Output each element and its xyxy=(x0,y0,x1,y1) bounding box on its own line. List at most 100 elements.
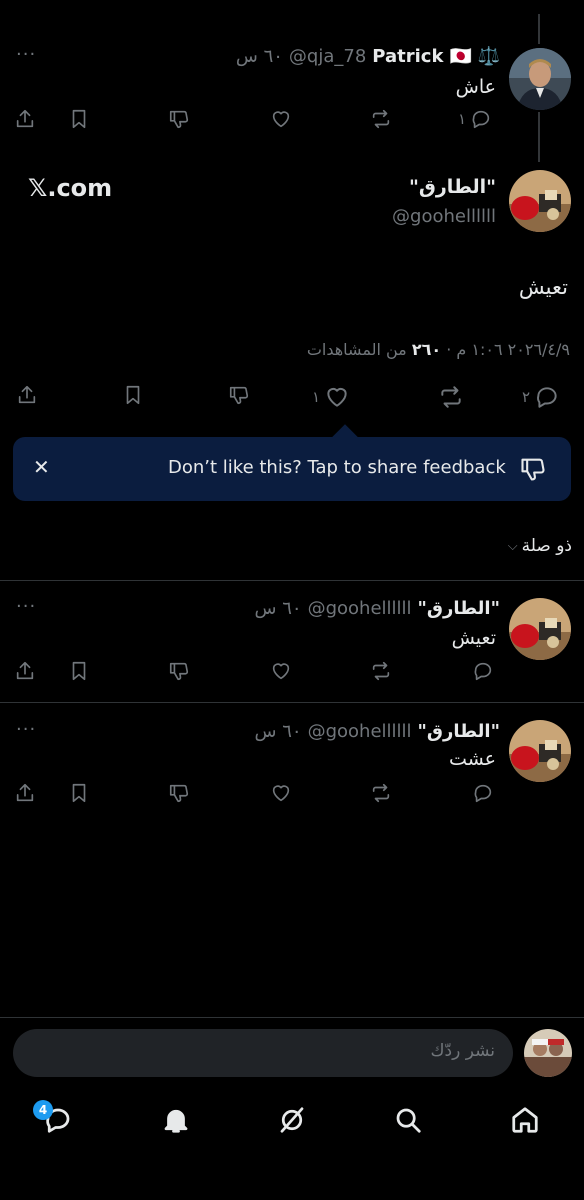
tweet-actions: ١ xyxy=(14,108,502,136)
avatar[interactable] xyxy=(509,170,571,232)
dislike-icon xyxy=(229,386,249,405)
user-handle[interactable]: @goohellllll xyxy=(308,721,412,742)
retweet-icon xyxy=(372,109,390,129)
feedback-banner[interactable]: ✕ Don’t like this? Tap to share feedback xyxy=(13,437,571,501)
dislike-button[interactable] xyxy=(168,660,190,682)
reply-icon xyxy=(537,387,557,408)
chevron-down-icon: ⌵ xyxy=(507,538,518,554)
share-button[interactable] xyxy=(14,660,36,682)
like-count: ١ xyxy=(312,388,321,406)
tweet-header: "الطارق" @goohellllll ٦٠ س xyxy=(255,596,500,620)
views-label: من المشاهدات xyxy=(306,340,407,359)
tweet-time[interactable]: ٦٠ س xyxy=(236,46,283,67)
views-count: ٢٦٠ xyxy=(411,340,442,359)
dislike-icon xyxy=(169,110,189,129)
avatar[interactable] xyxy=(509,48,571,110)
user-handle[interactable]: @goohellllll xyxy=(308,598,412,619)
dislike-button[interactable] xyxy=(228,384,250,406)
retweet-icon xyxy=(441,386,461,408)
avatar[interactable] xyxy=(509,720,571,782)
reply-button[interactable]: ١ xyxy=(458,108,492,130)
share-button[interactable] xyxy=(14,782,36,804)
thread-connector xyxy=(538,112,540,162)
retweet-icon xyxy=(372,661,390,681)
tweet-date[interactable]: ٤/٩/‏٢٠٢٦‏ ١:٠٦ م xyxy=(456,340,570,359)
bookmark-button[interactable] xyxy=(122,384,144,406)
user-name[interactable]: "الطارق" xyxy=(409,176,496,198)
notification-badge: 4 xyxy=(33,1100,53,1120)
tweet-actions xyxy=(14,782,502,810)
share-icon xyxy=(18,385,36,404)
bookmark-button[interactable] xyxy=(68,108,90,130)
share-button[interactable] xyxy=(14,108,36,130)
user-name[interactable]: "الطارق" xyxy=(418,721,500,742)
bookmark-button[interactable] xyxy=(68,660,90,682)
retweet-button[interactable] xyxy=(438,384,464,410)
retweet-button[interactable] xyxy=(370,660,392,682)
grok-icon xyxy=(280,1107,304,1133)
dislike-icon xyxy=(169,784,189,803)
bookmark-icon xyxy=(72,783,86,803)
dislike-button[interactable] xyxy=(168,782,190,804)
nav-notifications[interactable] xyxy=(156,1100,196,1140)
tweet-actions xyxy=(14,660,502,688)
reply-button[interactable] xyxy=(472,660,494,682)
retweet-button[interactable] xyxy=(370,782,392,804)
feedback-text[interactable]: Don’t like this? Tap to share feedback xyxy=(168,457,506,478)
home-icon xyxy=(512,1107,538,1133)
nav-grok[interactable] xyxy=(272,1100,312,1140)
like-icon xyxy=(327,387,347,407)
reply-placeholder: نشر ردّك xyxy=(430,1041,495,1061)
reply-count: ١ xyxy=(458,110,467,128)
sort-selector[interactable]: ذو صلة ⌵ xyxy=(508,536,572,556)
more-options-icon[interactable]: ··· xyxy=(16,719,36,740)
nav-home[interactable] xyxy=(505,1100,545,1140)
more-options-icon[interactable]: ··· xyxy=(16,44,36,65)
tweet-header: 🇯🇵 ⚖️ Patrick @qja_78 ٦٠ س xyxy=(236,44,500,68)
dislike-button[interactable] xyxy=(168,108,190,130)
like-icon xyxy=(272,785,290,802)
share-button[interactable] xyxy=(16,384,38,406)
x-watermark: 𝕏.com xyxy=(28,174,113,202)
tweet-text: تعيش xyxy=(518,275,568,299)
share-icon xyxy=(16,661,34,680)
thread-connector-top xyxy=(538,14,540,44)
reply-icon xyxy=(474,662,492,681)
dislike-icon xyxy=(519,455,547,487)
user-name[interactable]: "الطارق" xyxy=(418,598,500,619)
user-handle[interactable]: @qja_78 xyxy=(289,46,366,67)
reply-button[interactable]: ٢ xyxy=(522,384,560,410)
tweet-time[interactable]: ٦٠ س xyxy=(255,598,302,619)
user-handle[interactable]: @goohellllll xyxy=(392,206,496,227)
like-button[interactable]: ١ xyxy=(312,384,350,410)
reply-button[interactable] xyxy=(472,782,494,804)
divider xyxy=(0,1017,584,1018)
share-icon xyxy=(16,783,34,802)
search-icon xyxy=(396,1108,421,1133)
divider xyxy=(0,702,584,703)
tweet-text: عشت xyxy=(449,748,496,770)
nav-search[interactable] xyxy=(388,1100,428,1140)
close-icon[interactable]: ✕ xyxy=(33,455,50,479)
dislike-icon xyxy=(169,662,189,681)
tweet-time[interactable]: ٦٠ س xyxy=(255,721,302,742)
user-name[interactable]: Patrick xyxy=(372,46,443,67)
tweet-text: عاش xyxy=(455,76,496,98)
reply-count: ٢ xyxy=(522,388,531,406)
like-icon xyxy=(272,111,290,128)
sort-label: ذو صلة xyxy=(521,536,572,556)
like-button[interactable] xyxy=(270,660,292,682)
retweet-button[interactable] xyxy=(370,108,392,130)
reply-input[interactable]: نشر ردّك xyxy=(13,1029,513,1077)
tweet-actions: ١ ٢ xyxy=(16,384,570,412)
bookmark-icon xyxy=(126,385,140,405)
bookmark-button[interactable] xyxy=(68,782,90,804)
like-button[interactable] xyxy=(270,108,292,130)
like-button[interactable] xyxy=(270,782,292,804)
tweet-meta: ٤/٩/‏٢٠٢٦‏ ١:٠٦ م · ٢٦٠ من المشاهدات xyxy=(306,340,570,359)
avatar[interactable] xyxy=(524,1029,572,1077)
more-options-icon[interactable]: ··· xyxy=(16,596,36,617)
user-badges: 🇯🇵 ⚖️ xyxy=(449,45,500,67)
avatar[interactable] xyxy=(509,598,571,660)
like-icon xyxy=(272,663,290,680)
